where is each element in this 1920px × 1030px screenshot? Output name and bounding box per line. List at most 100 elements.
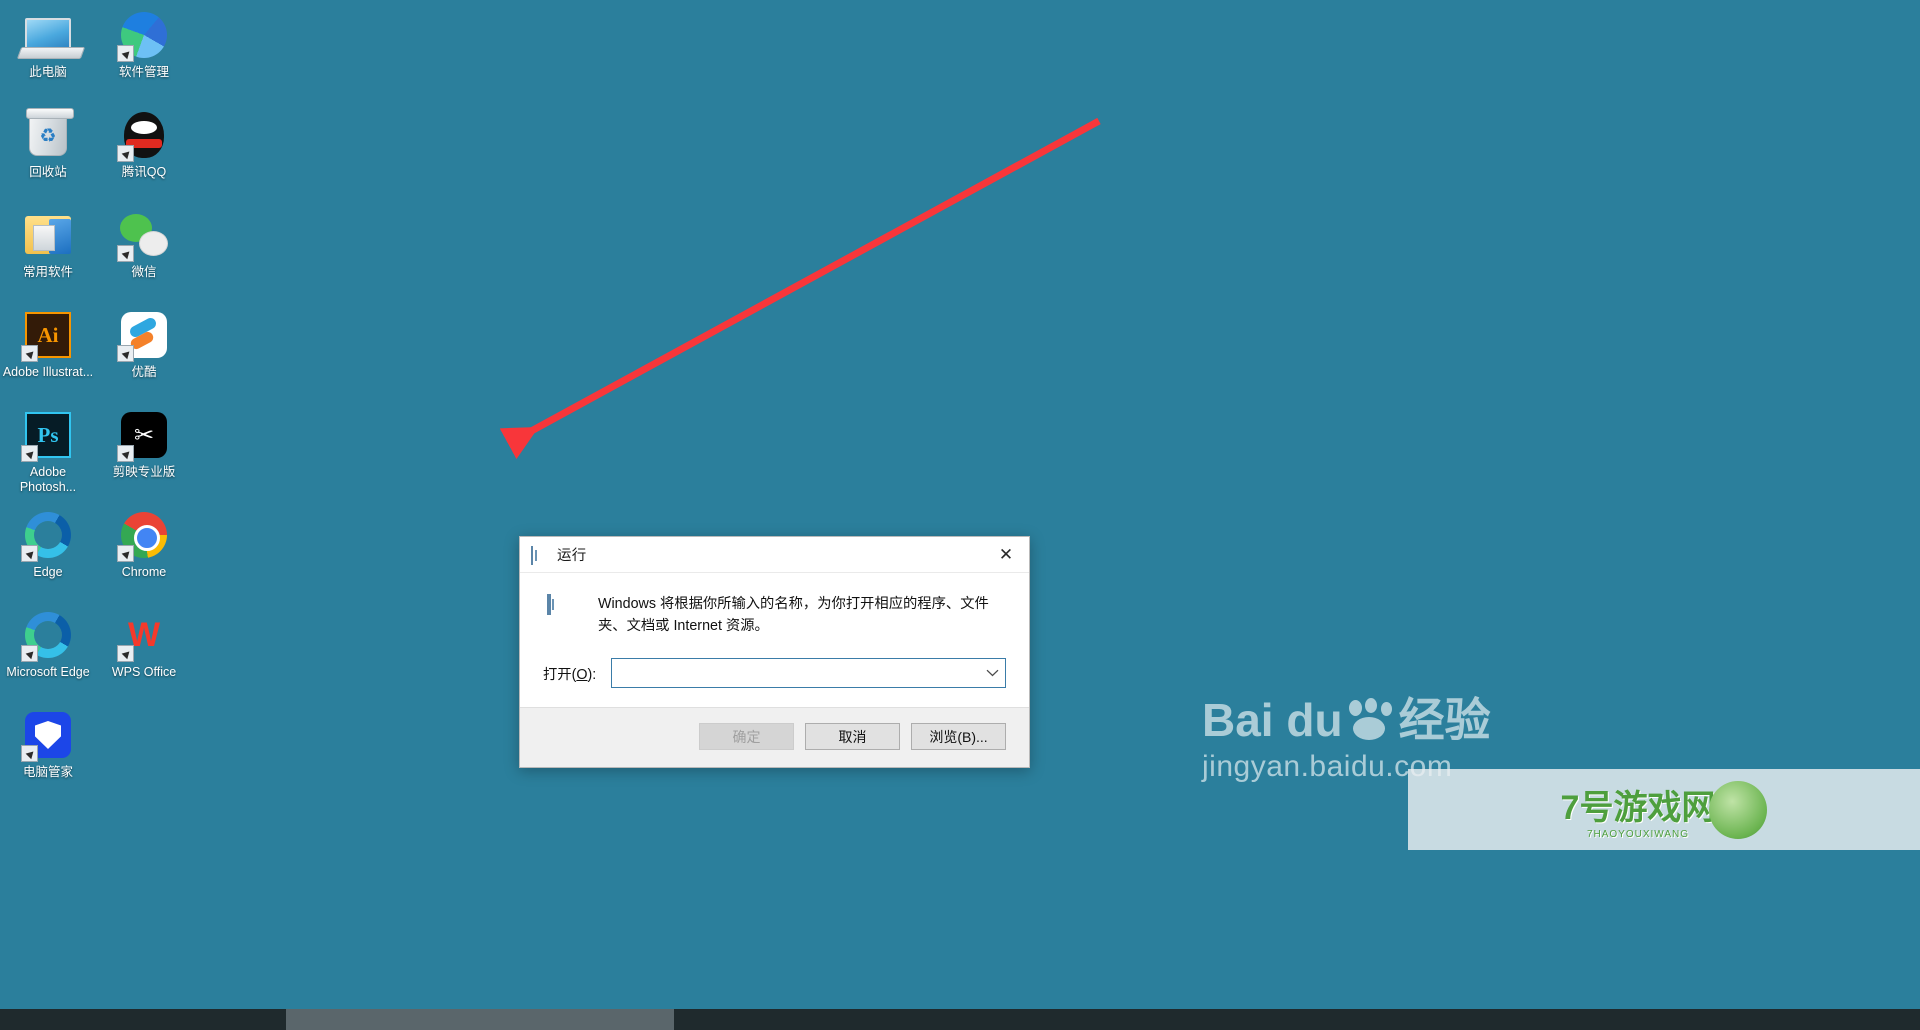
- shortcut-overlay-icon: [117, 145, 134, 162]
- dialog-titlebar[interactable]: 运行 ✕: [520, 537, 1029, 573]
- baidu-wordmark: Bai du 经验: [1202, 692, 1502, 748]
- desktop-icon-tencent-qq[interactable]: 腾讯QQ: [96, 104, 192, 204]
- desktop-icon-common-software[interactable]: 常用软件: [0, 204, 96, 304]
- folder-icon: [23, 210, 73, 260]
- jianying-icon: ✂: [117, 410, 169, 462]
- dialog-open-row: 打开(O):: [543, 658, 1006, 688]
- shortcut-overlay-icon: [21, 645, 38, 662]
- desktop-icon-label: 常用软件: [22, 265, 73, 279]
- desktop-icon-label: 回收站: [29, 165, 67, 179]
- desktop-icon-chrome[interactable]: Chrome: [96, 504, 192, 604]
- desktop-icon-label: 优酷: [131, 365, 157, 379]
- open-label-suffix: ):: [587, 666, 597, 683]
- cancel-button[interactable]: 取消: [805, 723, 900, 750]
- desktop-icon-row: 回收站 腾讯QQ: [0, 104, 200, 204]
- desktop-icon-label: 此电脑: [29, 65, 67, 79]
- open-combobox[interactable]: [611, 658, 1006, 688]
- wechat-icon: [117, 210, 169, 262]
- desktop-icon-this-pc[interactable]: 此电脑: [0, 4, 96, 104]
- game-site-label: 7号游戏网: [1560, 788, 1716, 827]
- open-label-prefix: 打开(: [543, 666, 577, 683]
- tencent-qq-icon: [117, 110, 169, 162]
- desktop-icon-label: 电脑管家: [22, 765, 73, 779]
- desktop-icon-empty-slot: [96, 704, 192, 804]
- shortcut-overlay-icon: [117, 345, 134, 362]
- baidu-paw-icon: [1343, 698, 1399, 742]
- shortcut-overlay-icon: [21, 545, 38, 562]
- baidu-suffix-text: 经验: [1398, 694, 1491, 746]
- dialog-footer: 确定 取消 浏览(B)...: [520, 707, 1029, 767]
- shortcut-overlay-icon: [21, 345, 38, 362]
- desktop-icon-label: Microsoft Edge: [6, 665, 90, 679]
- desktop-icon-wps-office[interactable]: W WPS Office: [96, 604, 192, 704]
- leaf-circle-icon: [1709, 780, 1768, 839]
- desktop-icon-label: Adobe Photosh...: [19, 465, 77, 494]
- dialog-description-row: Windows 将根据你所输入的名称，为你打开相应的程序、文件夹、文档或 Int…: [543, 593, 1006, 637]
- desktop-icon-label: Chrome: [121, 565, 167, 579]
- shortcut-overlay-icon: [117, 45, 134, 62]
- pc-manager-icon: [21, 710, 73, 762]
- chrome-icon: [117, 510, 169, 562]
- dialog-description: Windows 将根据你所输入的名称，为你打开相应的程序、文件夹、文档或 Int…: [598, 596, 989, 634]
- desktop-icon-label: Edge: [33, 565, 63, 579]
- chevron-down-icon[interactable]: [979, 659, 1005, 687]
- shortcut-overlay-icon: [21, 445, 38, 462]
- wps-office-icon: W: [117, 610, 169, 662]
- run-large-icon: [547, 594, 583, 628]
- shortcut-overlay-icon: [21, 745, 38, 762]
- run-icon: [531, 546, 548, 565]
- desktop-icon-label: 腾讯QQ: [121, 165, 167, 179]
- edge-icon: [21, 510, 73, 562]
- desktop-icon-label: Adobe Illustrat...: [2, 365, 94, 379]
- close-icon[interactable]: ✕: [983, 537, 1029, 573]
- desktop-icon-jianying[interactable]: ✂ 剪映专业版: [96, 404, 192, 504]
- desktop-icon-microsoft-edge[interactable]: Microsoft Edge: [0, 604, 96, 704]
- shortcut-overlay-icon: [117, 645, 134, 662]
- browse-button[interactable]: 浏览(B)...: [911, 723, 1006, 750]
- dialog-body: Windows 将根据你所输入的名称，为你打开相应的程序、文件夹、文档或 Int…: [520, 573, 1029, 707]
- game-site-pinyin: 7HAOYOUXIWANG: [1586, 828, 1690, 840]
- open-input[interactable]: [612, 659, 979, 687]
- run-dialog: 运行 ✕ Windows 将根据你所输入的名称，为你打开相应的程序、文件夹、文档…: [519, 536, 1030, 768]
- desktop-icon-label: 微信: [131, 265, 157, 279]
- desktop-icon-row: Microsoft Edge W WPS Office: [0, 604, 200, 704]
- software-manager-icon: [117, 10, 169, 62]
- desktop-icon-adobe-illustrator[interactable]: Ai Adobe Illustrat...: [0, 304, 96, 404]
- desktop-icon-adobe-photoshop[interactable]: Ps Adobe Photosh...: [0, 404, 96, 504]
- desktop-icon-software-manager[interactable]: 软件管理: [96, 4, 192, 104]
- desktop-icon-row: 电脑管家: [0, 704, 200, 804]
- desktop-icon-label: 剪映专业版: [112, 465, 176, 479]
- desktop-icon-youku[interactable]: 优酷: [96, 304, 192, 404]
- microsoft-edge-icon: [21, 610, 73, 662]
- desktop-icon-grid: 此电脑 软件管理 回收站 腾讯QQ: [0, 0, 200, 804]
- shortcut-overlay-icon: [117, 245, 134, 262]
- desktop-icon-edge[interactable]: Edge: [0, 504, 96, 604]
- desktop-icon-recycle-bin[interactable]: 回收站: [0, 104, 96, 204]
- recycle-bin-icon: [23, 108, 74, 160]
- youku-icon: [117, 310, 169, 362]
- desktop-icon-wechat[interactable]: 微信: [96, 204, 192, 304]
- desktop-icon-label: WPS Office: [111, 665, 177, 679]
- annotation-arrow: [499, 117, 1101, 460]
- game-site-watermark: 7号游戏网 7HAOYOUXIWANG: [1408, 769, 1920, 850]
- baidu-url-text: jingyan.baidu.com: [1202, 750, 1453, 783]
- dialog-title: 运行: [557, 548, 587, 564]
- adobe-illustrator-icon: Ai: [21, 310, 73, 362]
- desktop-icon-row: Ai Adobe Illustrat... 优酷: [0, 304, 200, 404]
- shortcut-overlay-icon: [117, 545, 134, 562]
- desktop: 此电脑 软件管理 回收站 腾讯QQ: [0, 0, 1920, 1030]
- desktop-icon-row: 此电脑 软件管理: [0, 4, 200, 104]
- desktop-icon-row: 常用软件 微信: [0, 204, 200, 304]
- open-label-accelerator: O: [576, 666, 588, 683]
- open-field-label: 打开(O):: [543, 663, 611, 684]
- desktop-icon-label: 软件管理: [118, 65, 169, 79]
- this-pc-icon: [23, 10, 73, 60]
- taskbar-active-window-segment[interactable]: [286, 1009, 674, 1030]
- taskbar[interactable]: [0, 1009, 1920, 1030]
- desktop-icon-pc-manager[interactable]: 电脑管家: [0, 704, 96, 804]
- baidu-jingyan-watermark: Bai du 经验 jingyan.baidu.com: [1202, 692, 1502, 786]
- shortcut-overlay-icon: [117, 445, 134, 462]
- game-site-name: 7号游戏网 7HAOYOUXIWANG: [1561, 780, 1716, 840]
- ok-button[interactable]: 确定: [699, 723, 794, 750]
- baidu-brand-text: Bai du: [1202, 694, 1343, 746]
